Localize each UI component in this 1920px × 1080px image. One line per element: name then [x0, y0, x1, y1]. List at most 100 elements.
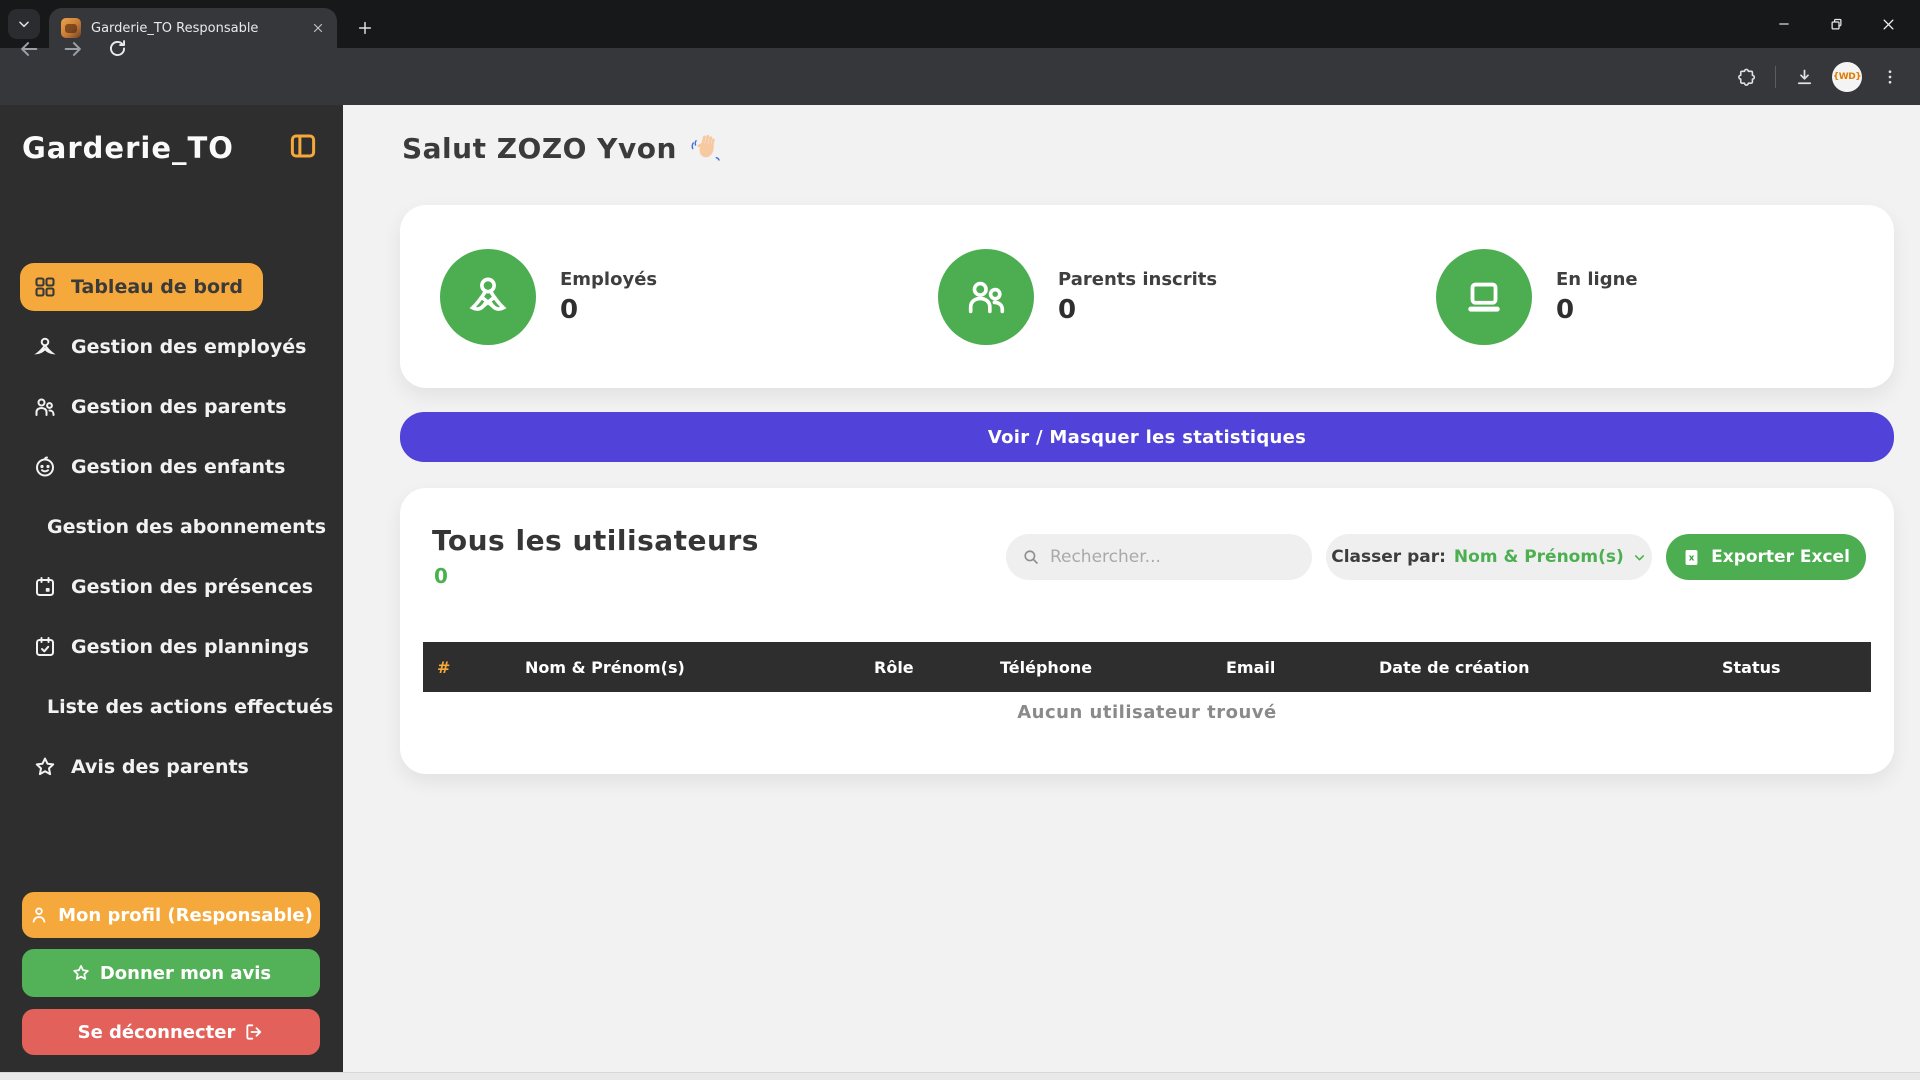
- sidebar-item-gestion-abonnements[interactable]: $ Gestion des abonnements: [20, 503, 340, 551]
- sidebar-item-tableau-de-bord[interactable]: Tableau de bord: [20, 263, 264, 311]
- column-header-name: Nom & Prénom(s): [525, 657, 685, 677]
- browser-tab[interactable]: Garderie_TO Responsable: [49, 8, 337, 48]
- empty-table-message: Aucun utilisateur trouvé: [1017, 702, 1277, 723]
- sort-label: Classer par:: [1331, 547, 1446, 567]
- sidebar-toggle-button[interactable]: [286, 129, 320, 163]
- tab-close-icon[interactable]: [309, 19, 327, 37]
- toggle-statistics-button[interactable]: Voir / Masquer les statistiques: [400, 412, 1894, 462]
- window-minimize-button[interactable]: [1758, 0, 1810, 48]
- calendar-presence-icon: [36, 577, 54, 596]
- sidebar-item-gestion-enfants[interactable]: Gestion des enfants: [20, 443, 305, 491]
- column-header-created: Date de création: [1379, 657, 1530, 677]
- sidebar: Garderie_TO Tableau de bord Gestion des …: [0, 105, 343, 1072]
- sort-dropdown[interactable]: Classer par: Nom & Prénom(s): [1326, 534, 1652, 580]
- sidebar-item-gestion-parents[interactable]: Gestion des parents: [20, 383, 307, 431]
- sidebar-item-gestion-employes[interactable]: Gestion des employés: [20, 323, 326, 371]
- user-icon: [32, 907, 46, 923]
- stat-label: Parents inscrits: [1058, 268, 1218, 290]
- back-arrow-icon: [21, 41, 38, 56]
- downloads-icon[interactable]: [1788, 61, 1820, 93]
- profile-avatar[interactable]: {WD}: [1832, 62, 1862, 92]
- column-header-email: Email: [1226, 657, 1276, 677]
- stat-parents-inscrits: Parents inscrits 0: [898, 248, 1396, 345]
- back-button[interactable]: [10, 30, 48, 68]
- star-icon: [35, 757, 55, 776]
- reload-button[interactable]: [98, 30, 136, 68]
- give-feedback-label: Donner mon avis: [99, 962, 272, 984]
- stat-value: 0: [1556, 294, 1575, 325]
- toolbar-divider: [1775, 66, 1776, 88]
- export-excel-button[interactable]: x Exporter Excel: [1666, 534, 1866, 580]
- greeting-heading: Salut ZOZO Yvon: [402, 132, 721, 165]
- waving-hand-icon: [691, 134, 720, 161]
- sidebar-item-label: Gestion des employés: [71, 336, 307, 358]
- sidebar-item-label: Gestion des abonnements: [47, 516, 327, 538]
- sort-value: Nom & Prénom(s): [1453, 547, 1624, 567]
- greeting-text: Salut ZOZO Yvon: [402, 132, 677, 165]
- column-header-phone: Téléphone: [1000, 657, 1093, 677]
- give-feedback-button[interactable]: Donner mon avis: [22, 949, 320, 997]
- column-header-role: Rôle: [874, 657, 914, 677]
- svg-text:x: x: [1689, 553, 1695, 563]
- sidebar-item-gestion-plannings[interactable]: Gestion des plannings: [20, 623, 329, 671]
- logout-icon: [246, 1024, 262, 1040]
- logout-button[interactable]: Se déconnecter: [22, 1009, 320, 1055]
- parents-group-icon: [968, 281, 1005, 313]
- sidebar-item-liste-actions[interactable]: Liste des actions effectués: [20, 683, 340, 731]
- dashboard-grid-icon: [35, 277, 55, 297]
- sidebar-item-label: Gestion des enfants: [71, 456, 286, 478]
- app-logo: Garderie_TO: [22, 131, 234, 165]
- parents-icon: [35, 398, 55, 416]
- users-section-title: Tous les utilisateurs: [432, 524, 759, 557]
- stat-label: En ligne: [1556, 268, 1638, 290]
- search-icon: [1024, 550, 1038, 564]
- sidebar-item-label: Gestion des présences: [71, 576, 314, 598]
- my-profile-button[interactable]: Mon profil (Responsable): [22, 892, 320, 938]
- online-stat-circle: [1436, 248, 1532, 345]
- calendar-check-icon: [36, 637, 54, 656]
- laptop-icon: [1468, 282, 1500, 312]
- forward-arrow-icon: [64, 41, 81, 56]
- column-header-status: Status: [1722, 657, 1781, 677]
- column-header-index: #: [437, 657, 451, 677]
- star-icon: [73, 965, 89, 980]
- search-box[interactable]: [1006, 534, 1312, 580]
- stat-value: 0: [1058, 294, 1077, 325]
- stat-employes: Employés 0: [400, 248, 898, 345]
- sidebar-item-label: Tableau de bord: [71, 276, 244, 298]
- forward-button[interactable]: [54, 30, 92, 68]
- sidebar-item-label: Liste des actions effectués: [47, 696, 334, 718]
- reload-icon: [109, 40, 125, 57]
- panel-left-icon: [290, 134, 316, 158]
- browser-toolbar: daycarebenin.alwaysdata.net/compte/ {WD}: [0, 40, 1920, 144]
- users-controls: Classer par: Nom & Prénom(s) x Exporter …: [1006, 534, 1866, 580]
- stat-en-ligne: En ligne 0: [1396, 248, 1894, 345]
- employee-icon: [34, 337, 56, 355]
- child-face-icon: [36, 456, 54, 477]
- employee-stat-circle: [440, 248, 536, 345]
- excel-file-icon: x: [1685, 549, 1698, 565]
- browser-titlebar: Garderie_TO Responsable: [0, 0, 1920, 48]
- sidebar-item-label: Avis des parents: [71, 756, 249, 778]
- extensions-icon[interactable]: [1731, 61, 1763, 93]
- my-profile-label: Mon profil (Responsable): [58, 904, 313, 926]
- sidebar-nav: Tableau de bord Gestion des employés Ges…: [0, 263, 343, 803]
- users-count: 0: [434, 564, 448, 588]
- window-close-button[interactable]: [1862, 0, 1914, 48]
- sidebar-item-label: Gestion des plannings: [71, 636, 309, 658]
- sidebar-item-gestion-presences[interactable]: Gestion des présences: [20, 563, 333, 611]
- sidebar-item-avis-parents[interactable]: Avis des parents: [20, 743, 269, 791]
- window-restore-button[interactable]: [1810, 0, 1862, 48]
- horizontal-scrollbar[interactable]: [0, 1072, 1920, 1080]
- export-excel-label: Exporter Excel: [1711, 547, 1850, 567]
- stat-label: Employés: [560, 268, 658, 290]
- stats-card: Employés 0 Parents inscrits 0 En ligne 0: [400, 205, 1894, 388]
- stat-value: 0: [560, 294, 579, 325]
- new-tab-button[interactable]: [350, 13, 380, 43]
- sidebar-item-label: Gestion des parents: [71, 396, 287, 418]
- chevron-down-icon: [1634, 554, 1644, 560]
- search-input[interactable]: [1049, 547, 1296, 567]
- users-table-header: # Nom & Prénom(s) Rôle Téléphone Email D…: [423, 642, 1871, 692]
- users-card: Tous les utilisateurs 0 Classer par: Nom…: [400, 488, 1894, 774]
- browser-menu-icon[interactable]: [1874, 61, 1906, 93]
